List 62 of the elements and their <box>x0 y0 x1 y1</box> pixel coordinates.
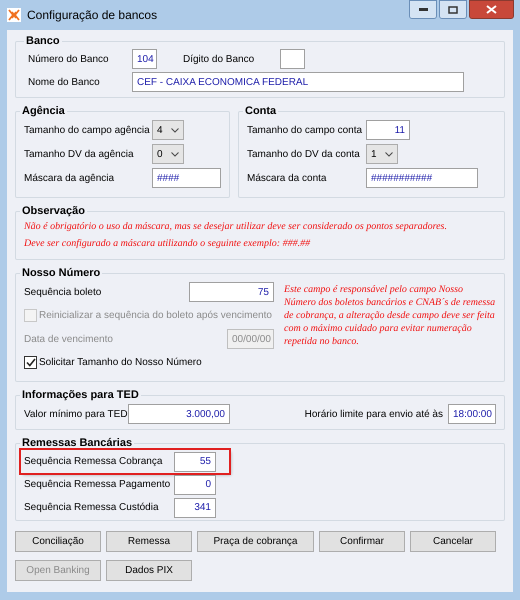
close-icon <box>486 5 497 14</box>
warning-text: Este campo é responsável pelo campo Nosso Número dos boletos bancários e CNAB´s de remessa de cobrança, a alteração desde campo deve ser feita com o máximo cuidado para evitar numeração repetida no banco. <box>284 283 496 349</box>
input-field[interactable]: 18:00:00 <box>448 404 496 424</box>
input-field[interactable]: 11 <box>366 120 410 140</box>
input-field[interactable]: 341 <box>174 498 216 518</box>
minimize-icon <box>418 8 428 11</box>
field-label: Tamanho do campo conta <box>247 124 364 138</box>
dialog-button[interactable]: Praça de cobrança <box>197 531 314 552</box>
field-label: Data de vencimento <box>24 332 114 346</box>
dialog-button[interactable]: Conciliação <box>15 531 101 552</box>
chevron-down-icon <box>171 152 179 156</box>
field-label: Número do Banco <box>28 52 110 66</box>
field-label: Tamanho do DV da conta <box>247 148 361 162</box>
field-label: Tamanho DV da agência <box>24 148 135 162</box>
field-label: Máscara da agência <box>24 172 116 186</box>
group-title: Banco <box>25 34 61 48</box>
input-field[interactable]: 55 <box>174 452 216 472</box>
input-field[interactable]: 75 <box>189 282 274 302</box>
field-label: Máscara da conta <box>247 172 328 186</box>
group-title: Agência <box>21 104 66 118</box>
input-field[interactable]: 0 <box>174 474 216 494</box>
dropdown[interactable]: 1 <box>366 144 398 164</box>
input-field[interactable]: #### <box>152 168 221 188</box>
field-label: Solicitar Tamanho do Nosso Número <box>39 356 202 370</box>
input-field[interactable]: 3.000,00 <box>128 404 230 424</box>
dropdown[interactable]: 4 <box>152 120 184 140</box>
maximize-button[interactable] <box>439 0 467 19</box>
field-label: Sequência Remessa Pagamento <box>24 478 172 492</box>
checkbox[interactable] <box>24 356 37 369</box>
dialog-button[interactable]: Dados PIX <box>106 560 192 581</box>
chevron-down-icon <box>385 152 393 156</box>
field-label: Sequência Remessa Custódia <box>24 501 160 515</box>
field-label: Sequência Remessa Cobrança <box>24 455 164 469</box>
checkmark-icon <box>26 358 36 367</box>
field-label: Valor mínimo para TED <box>24 408 128 422</box>
field-label: Horário limite para envio até às <box>304 408 443 422</box>
input-field[interactable]: ########### <box>366 168 478 188</box>
dropdown[interactable]: 0 <box>152 144 184 164</box>
field-label: Reinicializar a sequência do boleto após vencimento <box>39 309 272 323</box>
warning-text: Não é obrigatório o uso da máscara, mas se desejar utilizar deve ser considerado os pontos separadores. <box>24 220 448 234</box>
group-title: Observação <box>21 204 86 218</box>
field-label: Sequência boleto <box>24 286 102 300</box>
input-field[interactable]: CEF - CAIXA ECONOMICA FEDERAL <box>132 72 464 92</box>
input-field[interactable] <box>280 49 305 69</box>
chevron-down-icon <box>171 128 179 132</box>
group-title: Nosso Número <box>21 266 102 280</box>
close-button[interactable] <box>469 0 514 19</box>
warning-text: Deve ser configurado a máscara utilizando o seguinte exemplo: ###.## <box>24 237 312 251</box>
field-label: Nome do Banco <box>28 76 101 90</box>
field-label: Tamanho do campo agência <box>24 124 151 138</box>
input-field[interactable]: 104 <box>132 49 157 69</box>
group-title: Remessas Bancárias <box>21 436 134 450</box>
dialog-button[interactable]: Cancelar <box>410 531 496 552</box>
app-logo-icon <box>7 8 21 22</box>
dialog-button[interactable]: Remessa <box>106 531 192 552</box>
window-title: Configuração de bancos <box>27 7 158 24</box>
dialog-button[interactable]: Confirmar <box>319 531 405 552</box>
minimize-button[interactable] <box>409 0 437 19</box>
maximize-icon <box>448 6 458 14</box>
field-label: Dígito do Banco <box>183 52 256 66</box>
group-title: Conta <box>244 104 278 118</box>
group-title: Informações para TED <box>21 388 140 402</box>
